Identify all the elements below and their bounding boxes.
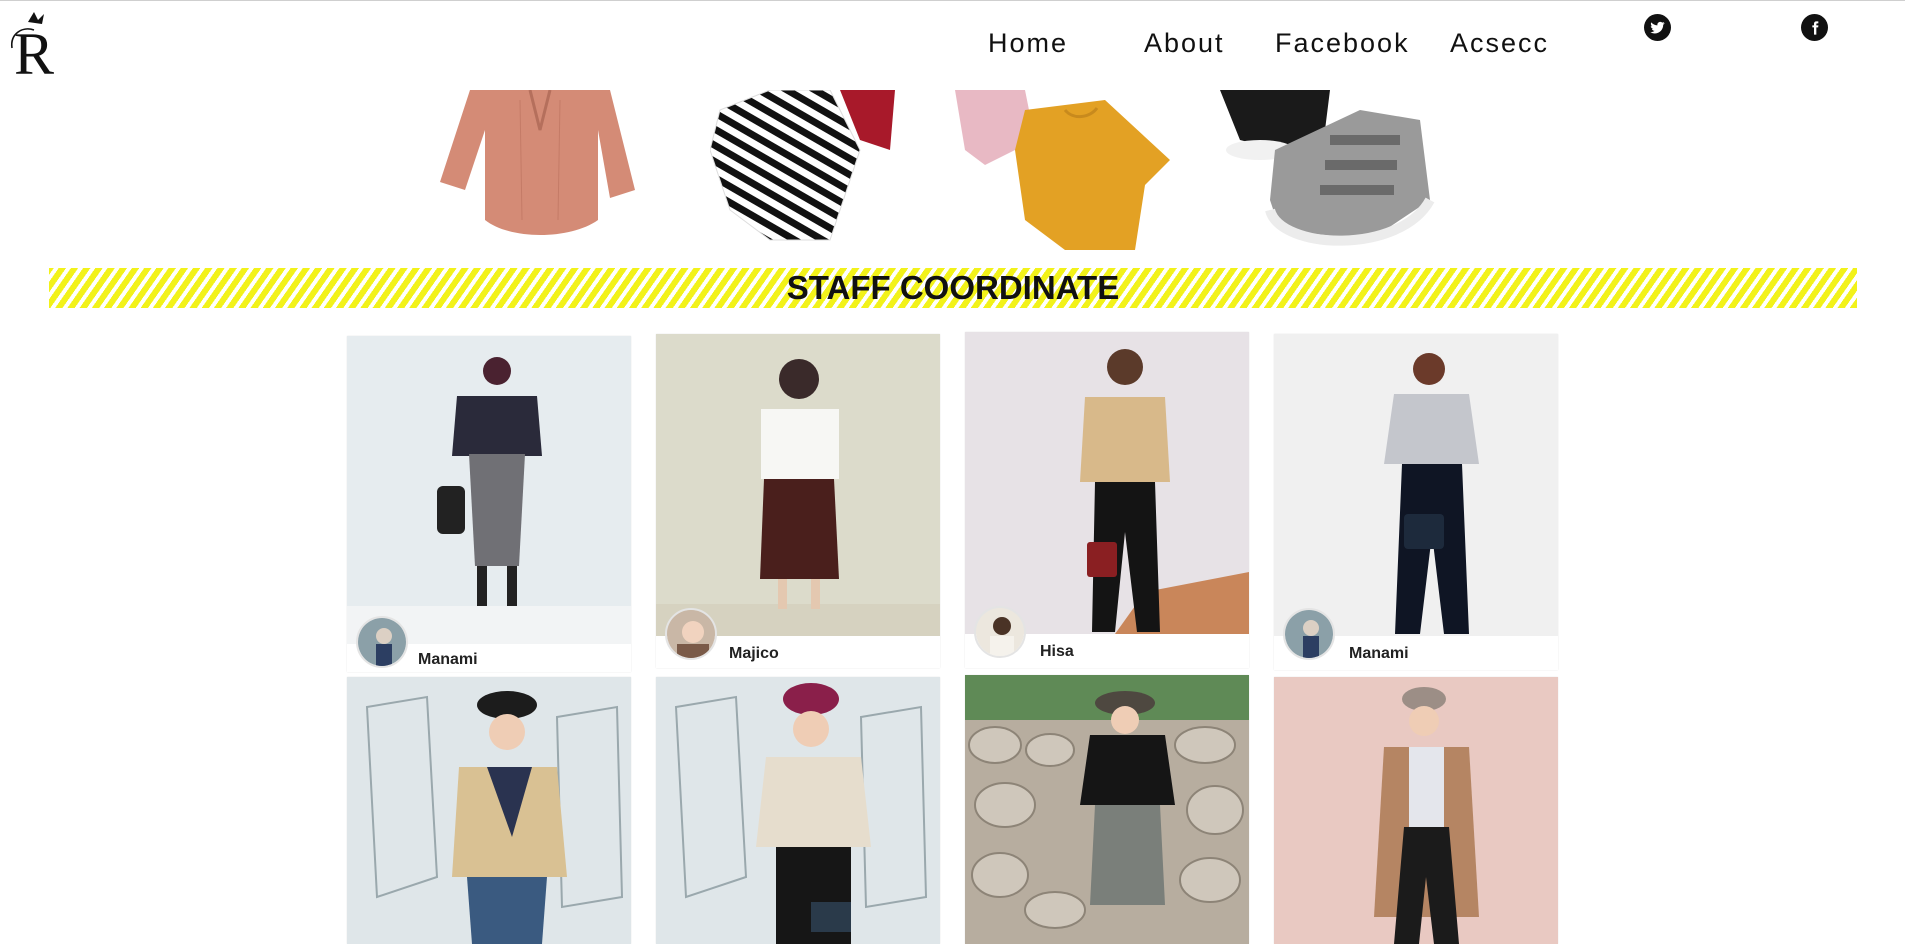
staff-avatar: [974, 606, 1026, 658]
staff-card[interactable]: Manami: [1274, 334, 1558, 670]
staff-name[interactable]: Majico: [729, 645, 779, 663]
nav-acsecc[interactable]: Acsecc: [1450, 28, 1549, 59]
staff-name[interactable]: Manami: [418, 651, 478, 669]
facebook-icon[interactable]: [1801, 14, 1828, 41]
staff-avatar: [1283, 608, 1335, 660]
outfit-photo[interactable]: [347, 677, 631, 944]
staff-card[interactable]: [965, 675, 1249, 944]
outfit-photo[interactable]: [656, 334, 940, 636]
staff-avatar: [665, 608, 717, 660]
top-border: [0, 0, 1905, 1]
nav-facebook[interactable]: Facebook: [1275, 28, 1410, 59]
staff-card[interactable]: Hisa: [965, 332, 1249, 668]
staff-card[interactable]: Manami: [347, 336, 631, 672]
staff-card[interactable]: [347, 677, 631, 944]
outfit-photo[interactable]: [965, 675, 1249, 944]
product-image-yellow-sweater[interactable]: [955, 90, 1175, 250]
section-title: STAFF COORDINATE: [786, 269, 1120, 306]
nav-about[interactable]: About: [1144, 28, 1225, 59]
outfit-photo[interactable]: [965, 332, 1249, 634]
staff-card[interactable]: [656, 677, 940, 944]
outfit-photo[interactable]: [1274, 677, 1558, 944]
main-nav: Home About Facebook Acsecc: [0, 28, 1905, 64]
product-image-blouse[interactable]: [430, 90, 655, 250]
outfit-photo[interactable]: [347, 336, 631, 644]
product-image-sneakers[interactable]: [1220, 90, 1435, 250]
outfit-photo[interactable]: [1274, 334, 1558, 636]
outfit-photo[interactable]: [656, 677, 940, 944]
nav-home[interactable]: Home: [988, 28, 1068, 59]
staff-card[interactable]: Majico: [656, 334, 940, 668]
staff-card[interactable]: [1274, 677, 1558, 944]
section-banner: STAFF COORDINATE: [49, 268, 1857, 308]
staff-avatar: [356, 616, 408, 668]
staff-name[interactable]: Hisa: [1040, 643, 1074, 661]
twitter-icon[interactable]: [1644, 14, 1671, 41]
staff-name[interactable]: Manami: [1349, 645, 1409, 663]
product-image-striped-knit[interactable]: [710, 90, 900, 250]
